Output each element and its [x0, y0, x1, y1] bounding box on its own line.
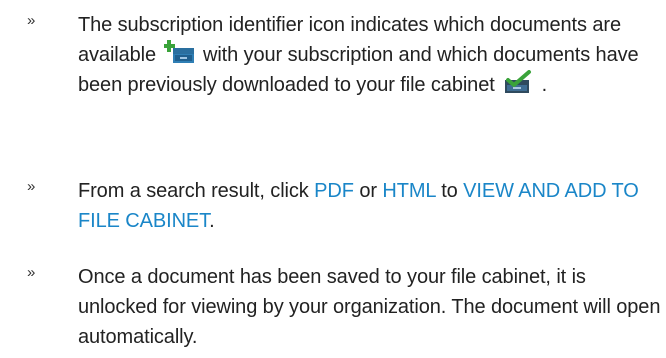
- help-list: » The subscription identifier icon indic…: [0, 0, 666, 358]
- list-bullet: »: [27, 178, 36, 195]
- subscription-available-icon: [163, 40, 196, 64]
- list-bullet: »: [27, 12, 36, 29]
- pdf-link[interactable]: PDF: [314, 180, 354, 202]
- list-item-text: From a search result, click PDF or HTML …: [78, 180, 639, 232]
- file-cabinet-downloaded-icon: [502, 70, 534, 94]
- html-link[interactable]: HTML: [382, 180, 435, 202]
- list-item-text: The subscription identifier icon indicat…: [78, 14, 639, 96]
- list-bullet: »: [27, 264, 36, 281]
- list-item-text: Once a document has been saved to your f…: [78, 266, 661, 348]
